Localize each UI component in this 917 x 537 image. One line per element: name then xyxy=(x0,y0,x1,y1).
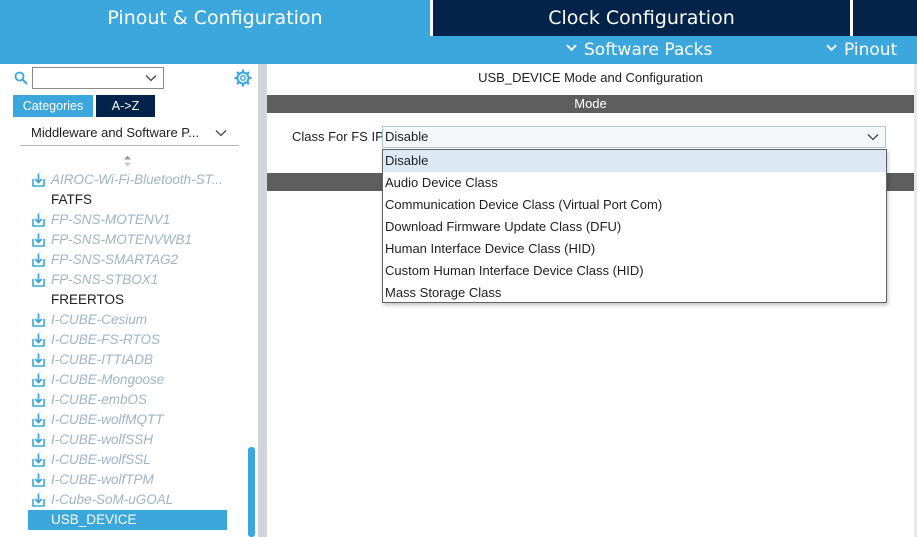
list-item[interactable]: I-CUBE-wolfSSL xyxy=(28,450,248,470)
panel-splitter[interactable] xyxy=(258,64,267,537)
download-icon xyxy=(32,393,45,407)
download-icon xyxy=(32,333,45,347)
download-icon xyxy=(32,213,45,227)
list-item[interactable]: I-CUBE-embOS xyxy=(28,390,248,410)
list-item-label: I-CUBE-wolfTPM xyxy=(51,472,154,487)
list-item[interactable]: I-CUBE-wolfMQTT xyxy=(28,410,248,430)
list-item[interactable]: FP-SNS-STBOX1 xyxy=(28,270,248,290)
search-icon[interactable] xyxy=(14,71,28,85)
list-item-label: FREERTOS xyxy=(51,292,125,307)
list-item[interactable]: I-CUBE-Mongoose xyxy=(28,370,248,390)
download-icon xyxy=(32,253,45,267)
list-item-label: FP-SNS-SMARTAG2 xyxy=(51,252,179,267)
list-item[interactable]: FATFS xyxy=(28,190,248,210)
software-pack-list: AIROC-Wi-Fi-Bluetooth-ST... FATFS FP-SNS-M… xyxy=(28,170,248,530)
chevron-down-icon xyxy=(826,44,837,52)
list-item-label: I-Cube-SoM-uGOAL xyxy=(51,492,174,507)
categories-panel: Categories A->Z Middleware and Software … xyxy=(0,64,258,537)
chevron-down-icon xyxy=(867,134,879,141)
pinout-label: Pinout xyxy=(844,40,898,60)
dropdown-option[interactable]: Disable xyxy=(383,150,886,172)
tab-pinout-configuration[interactable]: Pinout & Configuration xyxy=(0,0,430,36)
tab-categories[interactable]: Categories xyxy=(13,95,93,117)
list-item-label: I-CUBE-FS-RTOS xyxy=(51,332,161,347)
download-icon xyxy=(32,453,45,467)
scrollbar-thumb[interactable] xyxy=(248,447,255,537)
download-icon xyxy=(32,173,45,187)
list-item-label: I-CUBE-wolfMQTT xyxy=(51,412,164,427)
dropdown-option[interactable]: Communication Device Class (Virtual Port… xyxy=(383,194,886,216)
class-select-value: Disable xyxy=(385,129,429,144)
download-icon xyxy=(32,353,45,367)
dropdown-option[interactable]: Human Interface Device Class (HID) xyxy=(383,238,886,260)
list-item-label: AIROC-Wi-Fi-Bluetooth-ST... xyxy=(51,172,223,187)
dropdown-option[interactable]: Download Firmware Update Class (DFU) xyxy=(383,216,886,238)
gear-icon[interactable] xyxy=(234,69,252,87)
list-item[interactable]: I-CUBE-ITTIADB xyxy=(28,350,248,370)
list-item-label: I-CUBE-Cesium xyxy=(51,312,148,327)
chevron-down-icon xyxy=(566,44,577,52)
search-input[interactable] xyxy=(32,67,164,89)
dropdown-option[interactable]: Mass Storage Class xyxy=(383,282,886,304)
list-item[interactable]: AIROC-Wi-Fi-Bluetooth-ST... xyxy=(28,170,248,190)
dropdown-option[interactable]: Audio Device Class xyxy=(383,172,886,194)
chevron-down-icon xyxy=(215,130,227,137)
category-select-value: Middleware and Software P... xyxy=(31,125,200,140)
list-item[interactable]: I-CUBE-FS-RTOS xyxy=(28,330,248,350)
software-packs-label: Software Packs xyxy=(584,40,713,60)
tab-a-to-z[interactable]: A->Z xyxy=(96,95,155,117)
mode-section-header: Mode xyxy=(267,95,914,113)
list-item-label: FP-SNS-MOTENV1 xyxy=(51,212,171,227)
download-icon xyxy=(32,413,45,427)
list-item[interactable]: FP-SNS-MOTENVWB1 xyxy=(28,230,248,250)
list-item-label: I-CUBE-wolfSSH xyxy=(51,432,154,447)
class-for-fs-ip-label: Class For FS IP xyxy=(292,129,384,144)
download-icon xyxy=(32,313,45,327)
tab-clock-configuration[interactable]: Clock Configuration xyxy=(433,0,850,36)
list-item-label: I-CUBE-wolfSSL xyxy=(51,452,151,467)
software-packs-menu[interactable]: Software Packs xyxy=(566,36,712,64)
list-item[interactable]: I-Cube-SoM-uGOAL xyxy=(28,490,248,510)
panel-title: USB_DEVICE Mode and Configuration xyxy=(478,70,703,85)
list-item-label: FP-SNS-MOTENVWB1 xyxy=(51,232,193,247)
pinout-menu[interactable]: Pinout xyxy=(826,36,897,64)
list-item-label: FATFS xyxy=(51,192,93,207)
class-for-fs-ip-select[interactable]: Disable xyxy=(382,126,886,148)
tab-project-manager[interactable] xyxy=(853,0,917,36)
list-item[interactable]: I-CUBE-wolfTPM xyxy=(28,470,248,490)
list-item[interactable]: FP-SNS-MOTENV1 xyxy=(28,210,248,230)
list-item[interactable]: FREERTOS xyxy=(28,290,248,310)
download-icon xyxy=(32,233,45,247)
download-icon xyxy=(32,273,45,287)
download-icon xyxy=(32,433,45,447)
list-item-label: FP-SNS-STBOX1 xyxy=(51,272,159,287)
list-item-label: I-CUBE-embOS xyxy=(51,392,148,407)
list-item-label: USB_DEVICE xyxy=(51,512,137,527)
download-icon xyxy=(32,473,45,487)
list-item-label: I-CUBE-Mongoose xyxy=(51,372,165,387)
download-icon xyxy=(32,373,45,387)
dropdown-option[interactable]: Custom Human Interface Device Class (HID… xyxy=(383,260,886,282)
class-options-dropdown: Disable Audio Device Class Communication D… xyxy=(382,149,887,303)
secondary-menu-bar: Software Packs Pinout xyxy=(0,36,917,64)
list-item-label: I-CUBE-ITTIADB xyxy=(51,352,154,367)
list-item[interactable]: USB_DEVICE xyxy=(28,510,227,530)
category-select[interactable]: Middleware and Software P... xyxy=(20,121,239,146)
list-item[interactable]: I-CUBE-wolfSSH xyxy=(28,430,248,450)
chevron-down-icon[interactable] xyxy=(145,72,157,84)
main-tab-bar: Pinout & Configuration Clock Configurati… xyxy=(0,0,917,36)
sort-icon[interactable] xyxy=(123,155,132,167)
list-item[interactable]: FP-SNS-SMARTAG2 xyxy=(28,250,248,270)
download-icon xyxy=(32,493,45,507)
list-item[interactable]: I-CUBE-Cesium xyxy=(28,310,248,330)
